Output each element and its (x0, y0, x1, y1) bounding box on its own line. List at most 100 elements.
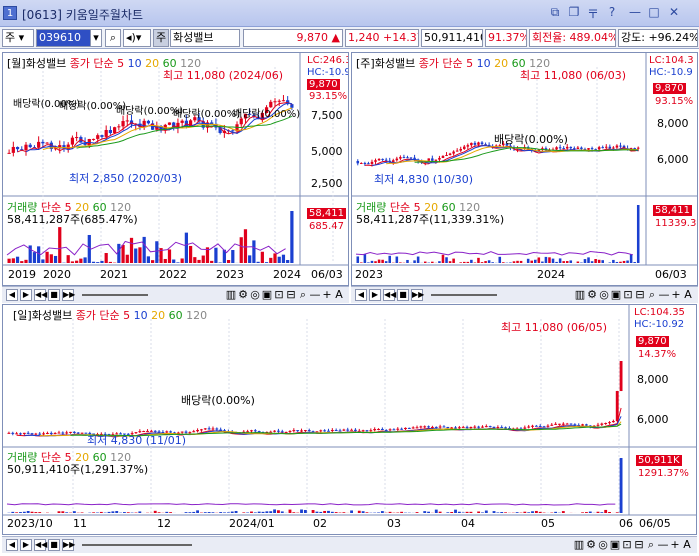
volume-bar (327, 510, 330, 513)
volume-bar (201, 255, 205, 263)
zoom-slider[interactable] (431, 294, 497, 296)
zoom-slider[interactable] (82, 544, 192, 546)
window-icon[interactable]: ⊟ (285, 288, 297, 301)
candle (45, 142, 49, 144)
stop-icon[interactable]: ■ (48, 539, 60, 551)
volume-bar (500, 511, 504, 513)
volume-bar (70, 261, 75, 263)
candle (246, 431, 250, 433)
window-icon[interactable]: ⊟ (633, 538, 645, 551)
link-icon[interactable]: ⧉ (548, 5, 562, 20)
grid-icon[interactable]: ▣ (261, 288, 273, 301)
next-icon[interactable]: ▶ (20, 289, 32, 301)
volume-bar (523, 511, 527, 513)
prev-icon[interactable]: ◀ (6, 539, 18, 551)
target-icon[interactable]: ◎ (598, 288, 610, 301)
zoom-in-icon[interactable]: + (669, 538, 681, 551)
zoom-out-icon[interactable]: — (309, 288, 321, 301)
zoom-out-icon[interactable]: — (658, 288, 670, 301)
market-select[interactable]: 주 ▾ (2, 29, 34, 47)
stop-icon[interactable]: ■ (397, 289, 409, 301)
search-icon[interactable]: ⌕ (646, 288, 658, 302)
zoom-box-icon[interactable]: ⊡ (622, 288, 634, 301)
zoom-slider[interactable] (82, 294, 148, 296)
settings-icon[interactable]: ⚙ (585, 538, 597, 551)
weekly-price-box: 9,870 (653, 83, 686, 94)
maximize-icon[interactable]: □ (647, 5, 661, 20)
chart-type-icon[interactable]: ▥ (573, 538, 585, 551)
zoom-box-icon[interactable]: ⊡ (621, 538, 633, 551)
candle (26, 432, 30, 434)
volume-bar (516, 260, 519, 263)
settings-icon[interactable]: ⚙ (586, 288, 598, 301)
target-icon[interactable]: ◎ (597, 538, 609, 551)
candle (580, 147, 583, 149)
candle (315, 431, 319, 433)
volume-bar (583, 259, 587, 263)
candle (370, 161, 374, 164)
candle (69, 431, 72, 433)
stock-name-field[interactable]: 화성밸브 (170, 29, 240, 47)
zoom-in-icon[interactable]: + (321, 288, 333, 301)
settings-icon[interactable]: ⚙ (237, 288, 249, 301)
zoom-box-icon[interactable]: ⊡ (273, 288, 285, 301)
fast-forward-icon[interactable]: ▶▶ (62, 289, 75, 301)
rewind-icon[interactable]: ◀◀ (34, 539, 47, 551)
fast-forward-icon[interactable]: ▶▶ (62, 539, 75, 551)
volume-bar (104, 253, 108, 263)
volume-bar (210, 260, 214, 263)
volume-bar (315, 511, 319, 513)
volume-bar (554, 511, 558, 513)
candle (196, 430, 199, 432)
monthly-xtick: 2019 (8, 268, 36, 281)
candle (463, 146, 466, 149)
pin-icon[interactable]: 〒 (586, 5, 600, 21)
weekly-high-label: 최고 11,080 (06/03) (520, 69, 627, 82)
weekly-ytick: 8,000 (657, 117, 689, 130)
close-icon[interactable]: ✕ (667, 5, 681, 20)
grid-icon[interactable]: ▣ (609, 538, 621, 551)
minimize-icon[interactable]: — (628, 5, 642, 20)
volume-bar (11, 511, 15, 513)
rewind-icon[interactable]: ◀◀ (34, 289, 47, 301)
chart-type-icon[interactable]: ▥ (225, 288, 237, 301)
rewind-icon[interactable]: ◀◀ (383, 289, 396, 301)
candle (573, 424, 577, 426)
sound-icon[interactable]: ◂)▾ (123, 29, 151, 47)
volume-bar (72, 511, 76, 513)
text-icon[interactable]: A (681, 538, 693, 551)
volume-bar (253, 512, 257, 513)
next-icon[interactable]: ▶ (20, 539, 32, 551)
volume-bar (58, 227, 62, 263)
chart-type-icon[interactable]: ▥ (574, 288, 586, 301)
target-icon[interactable]: ◎ (249, 288, 261, 301)
next-icon[interactable]: ▶ (369, 289, 381, 301)
volume-bar (415, 512, 419, 513)
prev-icon[interactable]: ◀ (355, 289, 367, 301)
weekly-volume-value: 58,411,287주(11,339.31%) (356, 213, 505, 226)
text-icon[interactable]: A (682, 288, 694, 301)
volume-bar (66, 255, 70, 263)
window-icon[interactable]: ⊟ (634, 288, 646, 301)
monthly-chart-pane: [월]화성밸브 종가 단순 5 10 20 60 120 최고 11,080 (… (2, 52, 349, 286)
candle (477, 142, 480, 145)
search-icon[interactable]: ⌕ (297, 288, 309, 302)
stop-icon[interactable]: ■ (48, 289, 60, 301)
zoom-out-icon[interactable]: — (657, 538, 669, 551)
volume-bar (374, 261, 377, 263)
prev-icon[interactable]: ◀ (6, 289, 18, 301)
help-icon[interactable]: ? (605, 5, 619, 20)
candle (11, 432, 15, 434)
volume-bar (286, 259, 290, 263)
search-icon[interactable]: ⌕ (645, 538, 657, 552)
volume-bar (626, 260, 629, 263)
candle (619, 361, 623, 392)
text-icon[interactable]: A (333, 288, 345, 301)
volume-bar (250, 511, 253, 513)
search-icon[interactable]: ⌕ (105, 29, 121, 47)
fast-forward-icon[interactable]: ▶▶ (411, 289, 424, 301)
code-dropdown-icon[interactable]: ▾ (90, 29, 102, 47)
copy-icon[interactable]: ❐ (567, 5, 581, 20)
grid-icon[interactable]: ▣ (610, 288, 622, 301)
zoom-in-icon[interactable]: + (670, 288, 682, 301)
